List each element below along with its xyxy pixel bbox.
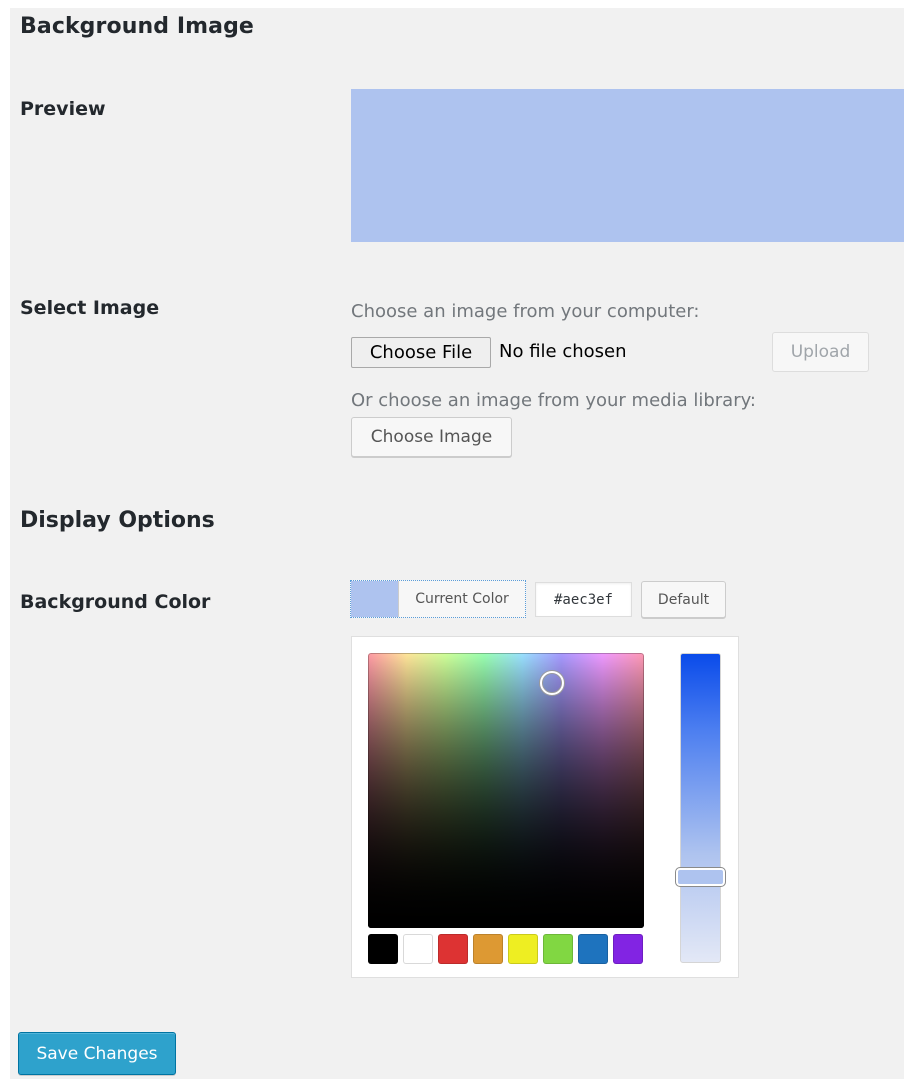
hue-slider[interactable]	[676, 653, 725, 963]
color-palette	[368, 934, 643, 964]
palette-swatch-red[interactable]	[438, 934, 468, 964]
current-color-button[interactable]: Current Color	[350, 580, 526, 618]
saturation-value-square[interactable]	[368, 653, 644, 928]
palette-swatch-purple[interactable]	[613, 934, 643, 964]
background-color-label: Background Color	[20, 591, 211, 613]
computer-upload-hint: Choose an image from your computer:	[351, 301, 700, 322]
section-title-display-options: Display Options	[20, 508, 215, 533]
section-title-background-image: Background Image	[20, 14, 254, 39]
palette-swatch-yellow[interactable]	[508, 934, 538, 964]
save-changes-button[interactable]: Save Changes	[18, 1032, 176, 1075]
background-preview	[351, 89, 904, 242]
choose-image-button[interactable]: Choose Image	[351, 417, 512, 457]
palette-swatch-blue[interactable]	[578, 934, 608, 964]
hex-color-input[interactable]: #aec3ef	[535, 582, 632, 617]
file-status-text: No file chosen	[499, 341, 627, 362]
current-color-swatch	[351, 581, 399, 617]
sv-darkness-overlay	[368, 653, 644, 928]
palette-swatch-green[interactable]	[543, 934, 573, 964]
current-color-label: Current Color	[415, 591, 509, 607]
preview-label: Preview	[20, 98, 106, 120]
choose-file-button[interactable]: Choose File	[351, 337, 491, 368]
select-image-label: Select Image	[20, 297, 160, 319]
media-library-hint: Or choose an image from your media libra…	[351, 390, 756, 411]
circle-handle-icon[interactable]	[540, 671, 564, 695]
slider-handle-icon[interactable]	[676, 868, 725, 886]
color-picker	[351, 636, 739, 978]
upload-button[interactable]: Upload	[772, 332, 869, 372]
palette-swatch-white[interactable]	[403, 934, 433, 964]
default-color-button[interactable]: Default	[641, 581, 726, 618]
palette-swatch-orange[interactable]	[473, 934, 503, 964]
palette-swatch-black[interactable]	[368, 934, 398, 964]
